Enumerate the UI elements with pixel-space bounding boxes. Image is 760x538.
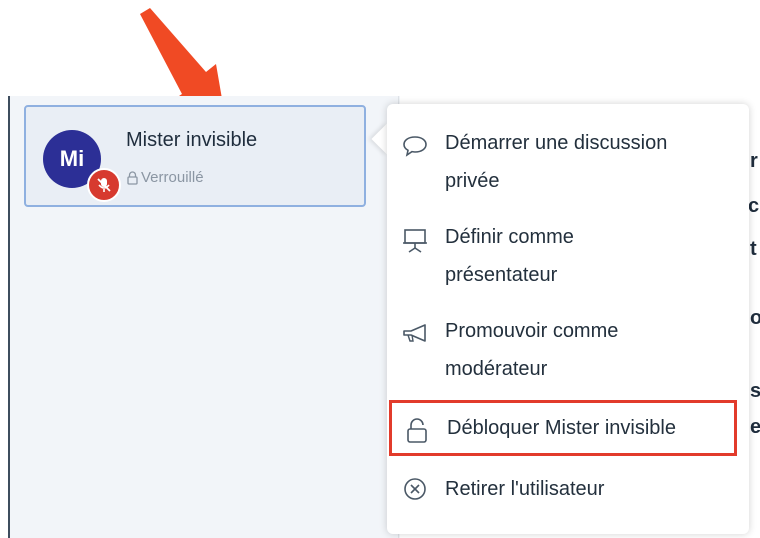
menu-item-promote-moderator[interactable]: Promouvoir comme modérateur: [387, 312, 749, 388]
participant-context-menu: Démarrer une discussion privée Définir c…: [387, 104, 749, 534]
unlock-icon: [403, 417, 431, 445]
participant-status: Verrouillé: [126, 169, 204, 186]
status-label: Verrouillé: [141, 169, 204, 186]
avatar-initials: Mi: [59, 146, 85, 171]
edge-text-1: r: [750, 150, 758, 172]
menu-item-set-presenter[interactable]: Définir comme présentateur: [387, 218, 749, 294]
participant-name: Mister invisible: [126, 129, 258, 151]
menu-item-label-line1: Définir comme: [445, 226, 574, 248]
microphone-muted-icon: [87, 168, 121, 202]
edge-text-4: o: [750, 307, 760, 329]
menu-item-label-line2: présentateur: [445, 264, 558, 286]
edge-text-6: e: [750, 416, 760, 438]
menu-item-label-line2: privée: [445, 170, 500, 192]
menu-item-remove-user[interactable]: Retirer l'utilisateur: [387, 470, 749, 508]
close-circle-icon: [401, 475, 429, 503]
participant-card[interactable]: Mi Mister invisible Verrouillé: [24, 105, 366, 207]
speech-bubble-icon: [401, 132, 429, 160]
menu-item-label: Retirer l'utilisateur: [445, 478, 605, 500]
megaphone-icon: [401, 320, 429, 348]
presentation-screen-icon: [401, 226, 429, 254]
menu-item-label: Débloquer Mister invisible: [447, 417, 676, 439]
edge-text-5: s: [750, 380, 760, 402]
edge-text-3: t: [750, 238, 757, 260]
edge-text-2: c: [748, 195, 760, 217]
menu-item-unlock-user[interactable]: Débloquer Mister invisible: [389, 400, 737, 456]
lock-icon: [127, 170, 138, 185]
menu-item-start-private-chat[interactable]: Démarrer une discussion privée: [387, 124, 749, 200]
menu-item-label-line2: modérateur: [445, 358, 548, 380]
menu-item-label-line1: Promouvoir comme: [445, 320, 619, 342]
menu-item-label-line1: Démarrer une discussion: [445, 132, 668, 154]
